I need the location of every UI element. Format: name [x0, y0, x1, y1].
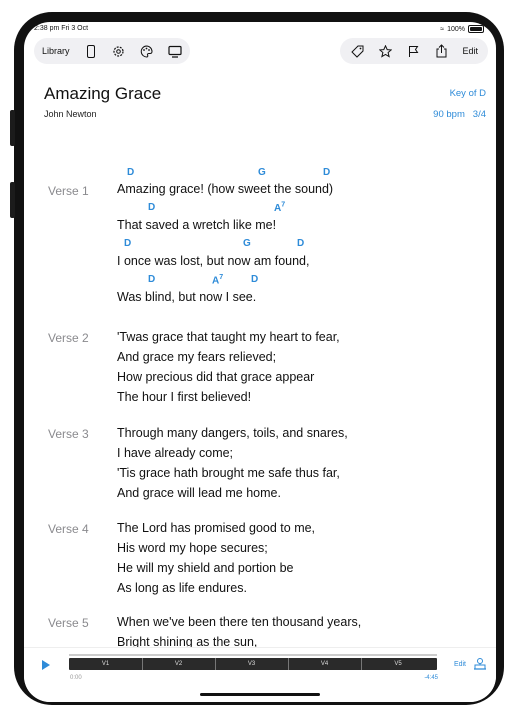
chord: D	[297, 238, 305, 249]
song-tempo: 90 bpm	[433, 109, 465, 120]
song-title: Amazing Grace	[44, 84, 162, 103]
chord: D	[251, 274, 259, 285]
toolbar-right: Edit	[340, 38, 488, 64]
volume-down-button	[10, 182, 15, 218]
lyric-line: Through many dangers, toils, and snares,	[117, 426, 348, 440]
lyric-line: The Lord has promised good to me,	[117, 521, 316, 535]
song-tempo-meter[interactable]: 90 bpm 3/4	[433, 109, 486, 120]
edit-button[interactable]: Edit	[462, 46, 478, 56]
verse-label: Verse 1	[48, 184, 89, 198]
battery-icon	[468, 25, 484, 33]
battery-percent: 100%	[447, 25, 465, 33]
palette-icon[interactable]	[140, 44, 154, 58]
chord: D	[148, 274, 156, 285]
app-frame: 2:38 pm Fri 3 Oct ≈ 100% Library Edit Am…	[0, 0, 512, 709]
verse-label: Verse 3	[48, 427, 89, 441]
lyric-line: I have already come;	[117, 446, 234, 460]
volume-up-button	[10, 110, 15, 146]
progress-track[interactable]	[69, 654, 437, 656]
lyric-line: As long as life endures.	[117, 581, 247, 595]
lyric-line: His word my hope secures;	[117, 541, 268, 555]
screen: 2:38 pm Fri 3 Oct ≈ 100% Library Edit Am…	[24, 22, 496, 702]
timeline-segment[interactable]: V2	[142, 658, 216, 670]
play-icon[interactable]	[42, 660, 50, 670]
battery-indicator: ≈ 100%	[440, 25, 484, 33]
lyric-line: He will my shield and portion be	[117, 561, 294, 575]
status-bar: 2:38 pm Fri 3 Oct ≈ 100%	[34, 25, 484, 37]
toolbar-left: Library	[34, 38, 190, 64]
verse-label: Verse 5	[48, 616, 89, 630]
verse-label: Verse 4	[48, 522, 89, 536]
verse-label: Verse 2	[48, 331, 89, 345]
time-elapsed: 0:00	[70, 675, 82, 681]
share-icon[interactable]	[434, 44, 448, 58]
player-edit-button[interactable]: Edit	[454, 661, 466, 668]
lyric-line: Was blind, but now I see.	[117, 290, 257, 304]
song-time-signature: 3/4	[472, 109, 486, 120]
chord-root: A7	[274, 202, 286, 215]
chord: A7	[212, 274, 224, 287]
chord: D	[323, 167, 331, 178]
wifi-icon: ≈	[440, 25, 445, 33]
timeline-segment[interactable]: V3	[215, 658, 289, 670]
tag-icon[interactable]	[350, 44, 364, 58]
lyric-line: I once was lost, but now am found,	[117, 254, 310, 268]
lyric-line: And grace my fears relieved;	[117, 350, 277, 364]
song-author: John Newton	[44, 109, 97, 119]
lyric-line: That saved a wretch like me!	[117, 218, 277, 232]
timeline-segment[interactable]: V5	[361, 658, 435, 670]
song-key[interactable]: Key of D	[450, 88, 486, 99]
chord: D	[127, 167, 135, 178]
home-indicator	[200, 693, 320, 696]
lyric-line: And grace will lead me home.	[117, 486, 281, 500]
star-icon[interactable]	[378, 44, 392, 58]
chord: G	[243, 238, 251, 249]
lyric-line: 'Twas grace that taught my heart to fear…	[117, 330, 340, 344]
lyric-line: How precious did that grace appear	[117, 370, 315, 384]
display-icon[interactable]	[167, 44, 182, 58]
lyric-line: When we've been there ten thousand years…	[117, 615, 362, 629]
metronome-icon[interactable]	[472, 656, 488, 672]
library-button[interactable]: Library	[42, 46, 70, 56]
playback-bar: V1 V2 V3 V4 V5 0:00 -4:45 Edit	[24, 647, 496, 702]
timeline-segment[interactable]: V4	[288, 658, 362, 670]
flag-icon[interactable]	[406, 44, 420, 58]
timeline-segment[interactable]: V1	[69, 658, 143, 670]
device-icon[interactable]	[84, 44, 98, 58]
time-remaining: -4:45	[424, 675, 438, 681]
chord: G	[258, 167, 266, 178]
chord: D	[148, 202, 156, 213]
status-time: 2:38 pm Fri 3 Oct	[34, 25, 89, 32]
chord: A7	[274, 202, 285, 214]
lyric-line: 'Tis grace hath brought me safe thus far…	[117, 466, 340, 480]
chord: D	[124, 238, 132, 249]
section-timeline[interactable]: V1 V2 V3 V4 V5	[69, 658, 437, 670]
lyric-line: Amazing grace! (how sweet the sound)	[117, 182, 334, 196]
gear-icon[interactable]	[112, 44, 126, 58]
lyric-line: The hour I first believed!	[117, 390, 252, 404]
